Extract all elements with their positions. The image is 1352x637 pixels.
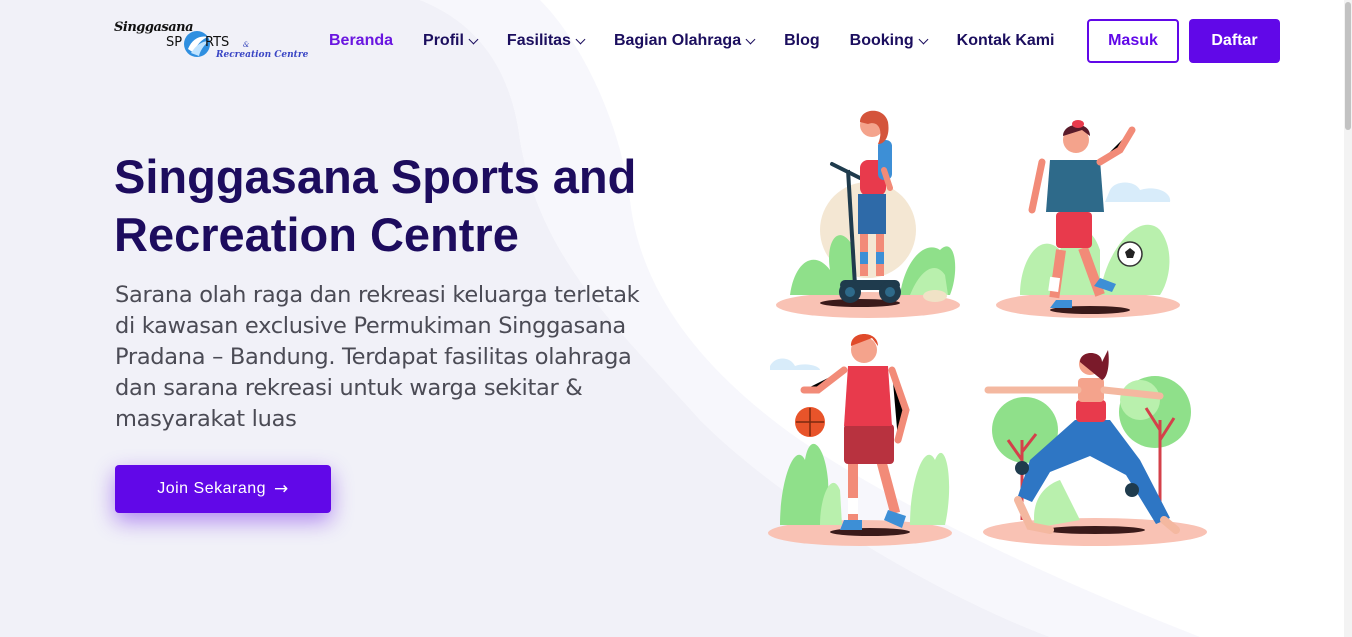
scrollbar-thumb[interactable] [1345,2,1351,130]
chevron-down-icon [745,34,756,44]
nav-blog-label: Blog [784,32,820,49]
nav-kontak-kami-label: Kontak Kami [956,32,1055,49]
nav-bagian-olahraga[interactable]: Bagian Olahraga [613,32,756,50]
segway-rider-figure [776,110,960,318]
nav-kontak-kami[interactable]: Kontak Kami [957,32,1055,50]
register-button[interactable]: Daftar [1189,19,1280,63]
nav-booking[interactable]: Booking [849,32,929,50]
logo-text-amp: & [243,41,250,49]
logo-text-line3: Recreation Centre [216,50,309,60]
nav-fasilitas-label: Fasilitas [506,32,571,49]
logo-text-rts: RTS [205,35,230,50]
join-now-button[interactable]: Join Sekarang → [115,465,331,513]
nav-beranda-label: Beranda [329,32,394,49]
yoga-woman-figure [983,350,1207,546]
login-button[interactable]: Masuk [1087,19,1179,63]
nav-bagian-olahraga-label: Bagian Olahraga [613,32,742,49]
chevron-down-icon [918,34,929,44]
chevron-down-icon [468,34,479,44]
chevron-down-icon [575,34,586,44]
nav-fasilitas[interactable]: Fasilitas [506,32,586,50]
hero-title: Singgasana Sports and Recreation Centre [114,150,637,261]
basketball-player-figure [768,334,952,546]
nav-blog[interactable]: Blog [784,32,820,50]
nav-booking-label: Booking [849,32,914,49]
nav-beranda[interactable]: Beranda [329,32,393,50]
arrow-right-icon: → [274,479,289,499]
hero-sports-illustration [768,110,1207,546]
soccer-player-figure [996,120,1180,318]
main-nav: Beranda Profil Fasilitas Bagian Olahraga… [329,30,1054,52]
site-header: Singgasana SP RTS & Recreation Centre Be… [0,0,1344,82]
hero-description: Sarana olah raga dan rekreasi keluarga t… [115,282,640,432]
nav-profil-label: Profil [423,32,464,49]
scrollbar[interactable] [1344,0,1352,637]
join-now-label: Join Sekarang [157,480,267,497]
logo-text-sp: SP [166,35,183,50]
nav-profil[interactable]: Profil [423,32,479,50]
brand-logo[interactable]: Singgasana SP RTS & Recreation Centre [114,20,308,66]
